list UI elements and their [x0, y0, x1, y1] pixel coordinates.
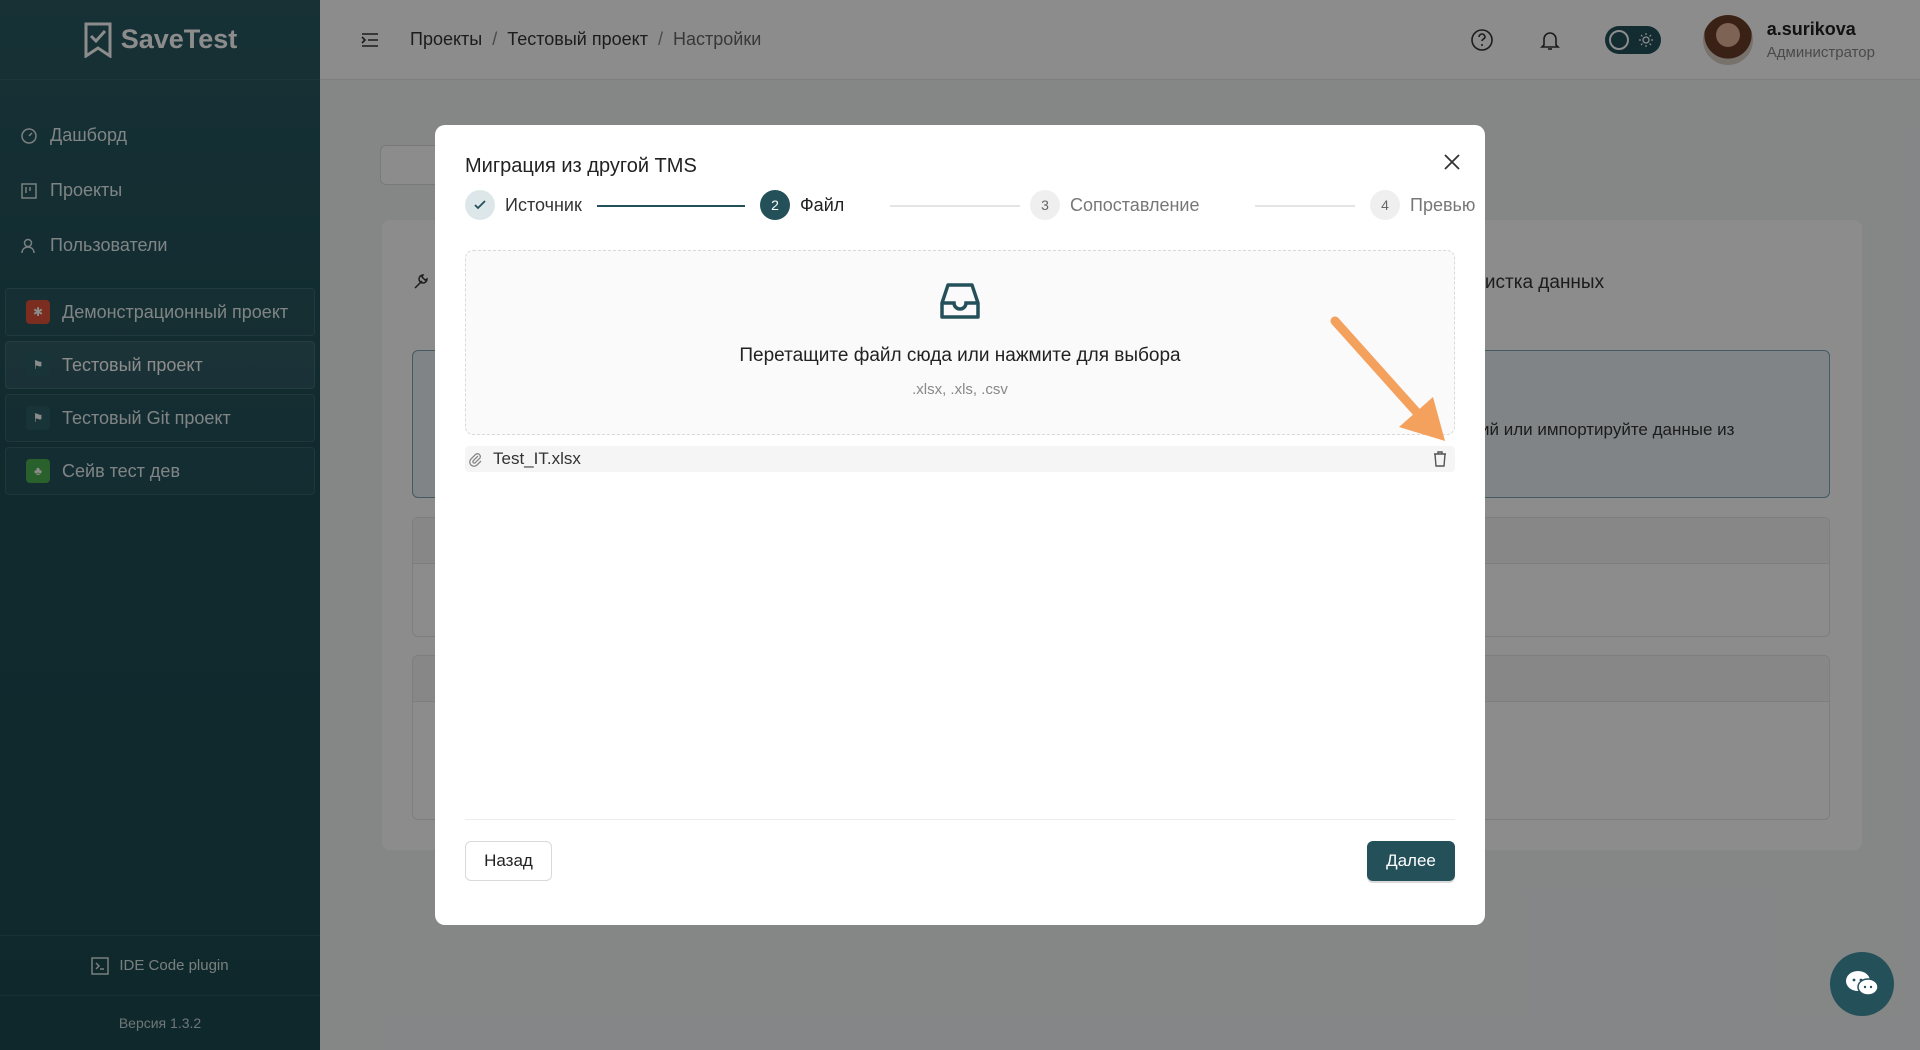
step-label: Источник [505, 194, 582, 215]
close-icon[interactable] [1441, 151, 1463, 173]
step-label: Файл [800, 194, 845, 215]
step-number: 2 [760, 190, 790, 220]
stepper: Источник 2 Файл 3 Сопоставление 4 Превью [465, 190, 1475, 222]
dropzone-text: Перетащите файл сюда или нажмите для выб… [739, 345, 1181, 366]
uploaded-file-item: Test_IT.xlsx [465, 446, 1455, 472]
step-connector [1255, 205, 1355, 207]
step-source: Источник [465, 190, 582, 220]
chat-icon [1846, 971, 1879, 996]
delete-icon[interactable] [1431, 450, 1449, 468]
back-button[interactable]: Назад [465, 841, 552, 881]
file-name: Test_IT.xlsx [493, 449, 581, 468]
step-preview: 4 Превью [1370, 190, 1475, 220]
step-label: Превью [1410, 194, 1476, 215]
check-icon [465, 190, 495, 220]
paperclip-icon [469, 453, 482, 467]
step-file: 2 Файл [760, 190, 844, 220]
inbox-icon [940, 283, 980, 319]
annotation-arrow [1330, 316, 1445, 441]
step-connector [597, 205, 745, 207]
modal-title: Миграция из другой TMS [465, 155, 697, 177]
migration-modal: Миграция из другой TMS Источник 2 Файл 3… [435, 125, 1485, 925]
dropzone-hint: .xlsx, .xls, .csv [912, 381, 1008, 398]
step-number: 3 [1030, 190, 1060, 220]
next-button[interactable]: Далее [1367, 841, 1455, 881]
step-connector [890, 205, 1020, 207]
step-label: Сопоставление [1070, 194, 1200, 215]
modal-divider [465, 819, 1455, 820]
file-dropzone[interactable]: Перетащите файл сюда или нажмите для выб… [465, 250, 1455, 435]
chat-button[interactable] [1830, 952, 1894, 1016]
step-mapping: 3 Сопоставление [1030, 190, 1200, 220]
step-number: 4 [1370, 190, 1400, 220]
